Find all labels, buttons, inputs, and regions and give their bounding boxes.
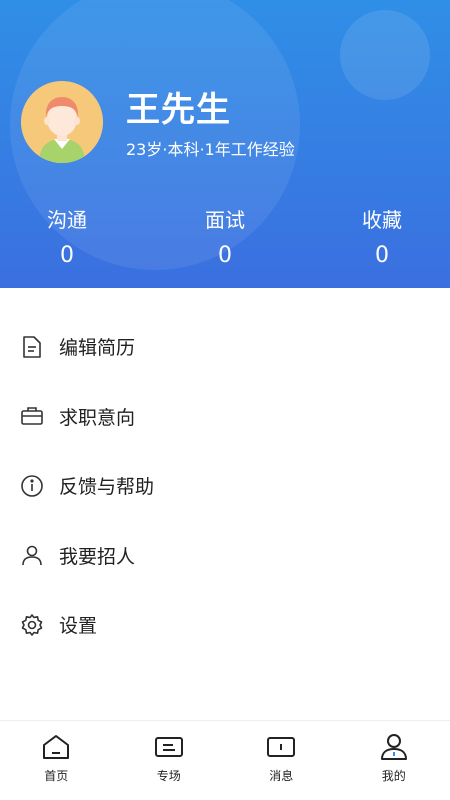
tab-home[interactable]: 首页 xyxy=(0,721,113,800)
tab-mine[interactable]: 我的 xyxy=(338,721,450,800)
card-icon xyxy=(154,732,184,762)
menu-item-label: 设置 xyxy=(59,615,98,638)
settings-menu: 编辑简历 求职意向 反馈与帮助 我要招人 设置 xyxy=(0,312,450,660)
stat-value: 0 xyxy=(218,243,232,268)
person-icon xyxy=(20,543,44,567)
tab-special[interactable]: 专场 xyxy=(113,721,226,800)
stat-favorites[interactable]: 收藏 0 xyxy=(322,204,442,268)
bottom-tab-bar: 首页 专场 消息 我的 xyxy=(0,720,450,800)
menu-item-feedback-help[interactable]: 反馈与帮助 xyxy=(0,451,450,521)
stat-label: 沟通 xyxy=(47,208,87,232)
menu-item-label: 我要招人 xyxy=(59,545,136,568)
stat-communication[interactable]: 沟通 0 xyxy=(7,204,127,268)
stat-label: 收藏 xyxy=(362,208,402,232)
user-subtitle: 23岁·本科·1年工作经验 xyxy=(126,140,295,159)
user-name: 王先生 xyxy=(126,90,231,130)
message-icon xyxy=(266,732,296,762)
menu-item-edit-resume[interactable]: 编辑简历 xyxy=(0,312,450,382)
home-icon xyxy=(41,732,71,762)
menu-item-label: 求职意向 xyxy=(59,406,136,429)
stat-value: 0 xyxy=(375,243,389,268)
info-icon xyxy=(20,474,44,498)
stat-label: 面试 xyxy=(205,208,245,232)
tab-label: 首页 xyxy=(44,769,69,783)
stat-value: 0 xyxy=(60,243,74,268)
gear-icon xyxy=(20,613,44,637)
user-icon xyxy=(379,732,409,762)
tab-messages[interactable]: 消息 xyxy=(225,721,338,800)
avatar[interactable] xyxy=(21,81,103,163)
person-avatar-icon xyxy=(21,81,103,163)
menu-item-job-intention[interactable]: 求职意向 xyxy=(0,382,450,452)
document-icon xyxy=(20,335,44,359)
tab-label: 专场 xyxy=(156,769,181,783)
briefcase-icon xyxy=(20,404,44,428)
stat-interview[interactable]: 面试 0 xyxy=(165,204,285,268)
profile-header: 王先生 23岁·本科·1年工作经验 沟通 0 面试 0 收藏 0 xyxy=(0,0,450,288)
menu-item-recruit[interactable]: 我要招人 xyxy=(0,521,450,591)
menu-item-label: 编辑简历 xyxy=(59,337,136,360)
menu-item-settings[interactable]: 设置 xyxy=(0,590,450,660)
tab-label: 消息 xyxy=(269,769,294,783)
tab-label: 我的 xyxy=(381,769,406,783)
decorative-circle-small xyxy=(340,10,430,100)
menu-item-label: 反馈与帮助 xyxy=(59,476,155,499)
